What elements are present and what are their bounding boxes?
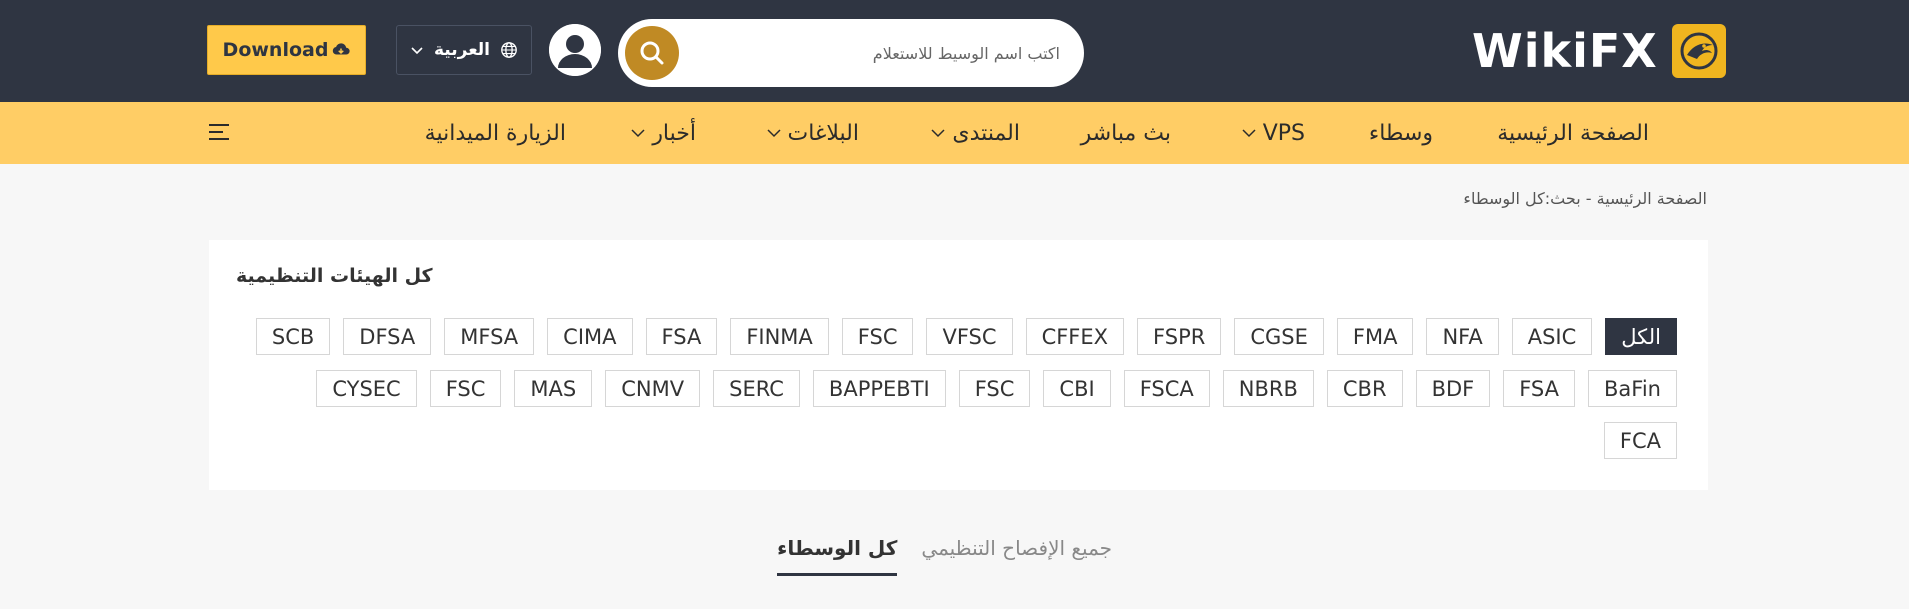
user-icon [549,24,601,76]
nav-label: البلاغات [787,120,860,146]
search-box [618,19,1084,87]
search-icon [640,41,664,65]
globe-icon [500,41,518,59]
nav-label: وسطاء [1368,120,1433,146]
regulator-tag[interactable]: SCB [255,318,331,355]
regulator-tag[interactable]: FSC [429,370,502,407]
chevron-down-icon [630,125,646,141]
tag-row: BaFin FSA BDF CBR NBRB FSCA CBI FSC BAPP… [227,370,1677,407]
wikifx-logo[interactable]: WikiFX [1472,24,1726,78]
tab-regulatory-disclosure[interactable]: جميع الإفصاح التنظيمي [921,536,1112,576]
regulator-tag[interactable]: FSCA [1123,370,1210,407]
regulator-tag[interactable]: SERC [713,370,800,407]
eagle-logo-icon [1671,24,1726,78]
nav-item-vps[interactable]: VPS [1241,102,1305,164]
nav-label: بث مباشر [1080,120,1171,146]
logo-text: WikiFX [1472,24,1658,78]
regulator-tag[interactable]: CIMA [547,318,633,355]
breadcrumb-separator: - [1585,189,1592,208]
download-button[interactable]: Download [207,25,366,75]
chevron-down-icon [410,43,424,57]
regulator-tag[interactable]: FSC [841,318,914,355]
regulator-tag[interactable]: DFSA [343,318,432,355]
regulator-tag[interactable]: ASIC [1511,318,1593,355]
nav-label: أخبار [652,120,696,146]
regulator-tag[interactable]: FSPR [1137,318,1222,355]
regulator-tag[interactable]: NBRB [1222,370,1314,407]
nav-item-live[interactable]: بث مباشر [1081,102,1171,164]
regulator-tag[interactable]: CFFEX [1025,318,1125,355]
regulator-tag[interactable]: CYSEC [316,370,417,407]
chevron-down-icon [1241,125,1257,141]
regulator-tag[interactable]: BaFin [1588,370,1677,407]
language-label: العربية [433,40,490,60]
tag-row: FCA [227,422,1677,459]
download-label: Download [222,39,329,61]
regulator-tag[interactable]: FSA [1503,370,1576,407]
regulator-tag[interactable]: CNMV [605,370,701,407]
regulator-tag[interactable]: FSA [645,318,718,355]
hamburger-menu-icon[interactable] [207,121,231,145]
tag-row: الكل ASIC NFA FMA CGSE FSPR CFFEX VFSC F… [227,318,1677,355]
nav-item-home[interactable]: الصفحة الرئيسية [1497,102,1649,164]
broker-tabs: كل الوسطاء جميع الإفصاح التنظيمي [777,536,1112,576]
regulator-tag[interactable]: FMA [1336,318,1414,355]
regulator-tag[interactable]: FSC [958,370,1031,407]
chevron-down-icon [766,125,782,141]
nav-item-forum[interactable]: المنتدى [930,102,1020,164]
regulator-tag[interactable]: MAS [514,370,593,407]
regulator-tags: الكل ASIC NFA FMA CGSE FSPR CFFEX VFSC F… [227,318,1677,474]
regulator-tag[interactable]: NFA [1426,318,1499,355]
regulator-tag[interactable]: MFSA [444,318,535,355]
cloud-download-icon [332,41,351,59]
nav-item-brokers[interactable]: وسطاء [1369,102,1433,164]
main-navigation: الصفحة الرئيسية وسطاء VPS بث مباشر المنت… [0,102,1909,164]
user-avatar[interactable] [549,24,601,76]
nav-label: المنتدى [952,120,1020,146]
regulators-title: كل الهيئات التنظيمية [236,265,433,287]
regulator-tag[interactable]: CBR [1326,370,1403,407]
regulator-tag[interactable]: VFSC [926,318,1013,355]
regulator-tag[interactable]: FCA [1603,422,1677,459]
search-button[interactable] [625,26,679,80]
regulator-tag[interactable]: BAPPEBTI [812,370,946,407]
regulator-tag[interactable]: CGSE [1234,318,1324,355]
regulator-tag[interactable]: BDF [1415,370,1491,407]
tab-all-brokers[interactable]: كل الوسطاء [777,536,898,576]
regulator-tag[interactable]: FINMA [730,318,829,355]
nav-item-news[interactable]: أخبار [630,102,696,164]
breadcrumb-current: بحث:كل الوسطاء [1463,189,1581,208]
breadcrumb-home[interactable]: الصفحة الرئيسية [1597,189,1707,208]
regulator-tag[interactable]: CBI [1043,370,1111,407]
breadcrumb: الصفحة الرئيسية - بحث:كل الوسطاء [1463,189,1707,208]
search-input[interactable] [688,19,1070,87]
nav-item-reports[interactable]: البلاغات [766,102,860,164]
nav-label: الصفحة الرئيسية [1497,120,1649,146]
language-selector[interactable]: العربية [396,25,532,75]
top-header: Download العربية WikiFX [0,0,1909,102]
nav-label: VPS [1262,120,1305,146]
nav-label: الزيارة الميدانية [424,120,566,146]
regulator-tag-all[interactable]: الكل [1605,318,1677,355]
chevron-down-icon [930,125,946,141]
nav-item-field-visit[interactable]: الزيارة الميدانية [425,102,566,164]
